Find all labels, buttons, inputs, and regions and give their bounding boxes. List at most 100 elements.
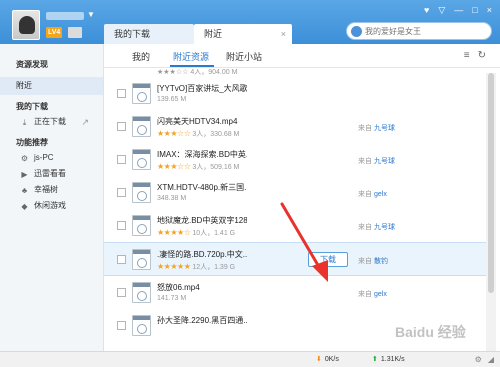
download-speed: ⬇ 0K/s bbox=[316, 356, 339, 363]
source-user-link[interactable]: 九号球 bbox=[374, 158, 395, 165]
video-file-icon bbox=[132, 182, 151, 203]
video-file-icon bbox=[132, 282, 151, 303]
source-label: 来自 gelx bbox=[358, 191, 387, 198]
sidebar-item-nearby[interactable]: 附近 bbox=[0, 77, 103, 95]
file-title: IMAX：深海探索.BD中英... bbox=[157, 150, 247, 159]
subtab-nearby-resources[interactable]: 附近资源 bbox=[173, 50, 209, 63]
close-icon[interactable]: × bbox=[281, 24, 286, 44]
file-meta: 348.38 M bbox=[157, 195, 187, 202]
video-file-icon bbox=[132, 83, 151, 104]
tab-nearby[interactable]: 附近 × bbox=[194, 24, 292, 44]
gear-icon: ⚙ bbox=[20, 154, 29, 163]
row-checkbox[interactable] bbox=[117, 255, 126, 264]
file-title: [YYTvO]百家讲坛_大风歌... bbox=[157, 84, 247, 93]
row-checkbox[interactable] bbox=[117, 321, 126, 330]
list-item[interactable]: 闪亮美天HDTV34.mp4 ★★★☆☆ 3人，330.68 M 来自 九号球 bbox=[104, 110, 490, 144]
file-meta: ★★★☆☆ 3人，509.16 M bbox=[157, 162, 240, 171]
file-title: 怒放06.mp4 bbox=[157, 283, 200, 292]
rating-stars: ★★★☆☆ bbox=[157, 129, 191, 138]
settings-icon[interactable]: ⚙ bbox=[475, 355, 482, 364]
search-box bbox=[346, 22, 492, 40]
file-title: XTM.HDTV-480p.新三国... bbox=[157, 183, 247, 192]
source-label: 来自 九号球 bbox=[358, 224, 395, 231]
sidebar: 资源发现 附近 我的下载 ⤓ 正在下载 ↗ 功能推荐 ⚙ js-PC ▶ 迅雷看看 ♣… bbox=[0, 44, 104, 351]
source-user-link[interactable]: gelx bbox=[374, 191, 387, 198]
row-checkbox[interactable] bbox=[117, 155, 126, 164]
source-user-link[interactable]: 九号球 bbox=[374, 125, 395, 132]
tab-label: 附近 bbox=[204, 29, 223, 39]
vip-badge bbox=[68, 27, 82, 38]
tab-my-downloads[interactable]: 我的下载 bbox=[104, 24, 194, 44]
video-file-icon bbox=[132, 149, 151, 170]
upload-speed: ⬆ 1.31K/s bbox=[372, 356, 405, 363]
heart-icon[interactable]: ♥ bbox=[424, 5, 429, 15]
username[interactable] bbox=[46, 12, 84, 20]
list-item[interactable]: ★★★☆☆ 4人，904.00 M bbox=[104, 69, 490, 77]
upload-arrow-icon: ⬆ bbox=[372, 356, 378, 363]
play-icon: ▶ bbox=[21, 170, 28, 179]
refresh-icon[interactable]: ↻ bbox=[478, 50, 486, 61]
status-icons: ⚙ ◢ bbox=[475, 355, 494, 364]
video-file-icon bbox=[132, 315, 151, 336]
sidebar-item-casual-games[interactable]: ◆ 休闲游戏 bbox=[0, 197, 103, 215]
row-checkbox[interactable] bbox=[117, 89, 126, 98]
search-input[interactable] bbox=[365, 25, 475, 37]
file-meta: ★★★★★ 12人，1.39 G bbox=[157, 262, 236, 271]
top-bar: ▼ LV4 我的下载 附近 × ♥ ▽ — □ × bbox=[0, 0, 500, 44]
video-file-icon bbox=[132, 116, 151, 137]
row-checkbox[interactable] bbox=[117, 188, 126, 197]
row-checkbox[interactable] bbox=[117, 288, 126, 297]
source-user-link[interactable]: 散钓 bbox=[374, 258, 388, 265]
toolbar-icons: ≡ ↻ bbox=[464, 50, 486, 61]
status-bar: ⬇ 0K/s ⬆ 1.31K/s ⚙ ◢ bbox=[0, 351, 500, 367]
level-badge: LV4 bbox=[46, 27, 63, 38]
rating-stars: ★★★★☆ bbox=[157, 228, 191, 237]
file-title: 地狱魔龙.BD中英双字128... bbox=[157, 216, 247, 225]
tab-label: 我的下载 bbox=[114, 29, 151, 39]
source-user-link[interactable]: 九号球 bbox=[374, 224, 395, 231]
resize-grip-icon[interactable]: ◢ bbox=[488, 355, 494, 364]
subtab-bar: 我的 附近资源 附近小站 ≡ ↻ bbox=[104, 44, 500, 68]
source-label: 来自 gelx bbox=[358, 291, 387, 298]
download-arrow-icon: ⬇ bbox=[316, 356, 322, 363]
rating-stars: ★★★★★ bbox=[157, 262, 191, 271]
minimize-icon[interactable]: — bbox=[454, 5, 463, 15]
rating-stars: ★★★☆☆ bbox=[157, 69, 189, 76]
menu-icon[interactable]: ▽ bbox=[438, 5, 445, 15]
tree-icon: ♣ bbox=[21, 186, 28, 195]
list-item[interactable]: IMAX：深海探索.BD中英... ★★★☆☆ 3人，509.16 M 来自 九号… bbox=[104, 143, 490, 177]
file-title: 闪亮美天HDTV34.mp4 bbox=[157, 117, 238, 126]
video-file-icon bbox=[132, 215, 151, 236]
chevron-down-icon[interactable]: ▼ bbox=[87, 10, 95, 19]
subtab-nearby-stations[interactable]: 附近小站 bbox=[226, 50, 262, 63]
close-icon[interactable]: × bbox=[487, 5, 492, 15]
subtab-mine[interactable]: 我的 bbox=[132, 50, 150, 63]
sidebar-item-downloading[interactable]: ⤓ 正在下载 ↗ bbox=[0, 113, 103, 131]
file-title: 孙大圣降.2290.黑百四通... bbox=[157, 316, 247, 325]
video-file-icon bbox=[132, 249, 151, 270]
file-meta: ★★★★☆ 10人，1.41 G bbox=[157, 228, 236, 237]
watermark: Baidu 经验 bbox=[395, 324, 466, 340]
row-checkbox[interactable] bbox=[117, 122, 126, 131]
source-user-link[interactable]: gelx bbox=[374, 291, 387, 298]
scrollbar[interactable] bbox=[486, 73, 496, 351]
scrollbar-thumb[interactable] bbox=[488, 73, 494, 293]
avatar[interactable] bbox=[12, 10, 40, 40]
row-checkbox[interactable] bbox=[117, 221, 126, 230]
file-title: .凄怪的路.BD.720p.中文... bbox=[157, 250, 247, 259]
maximize-icon[interactable]: □ bbox=[472, 5, 477, 15]
sort-icon[interactable]: ≡ bbox=[464, 50, 470, 61]
arrow-icon: ↗ bbox=[81, 117, 89, 127]
window-controls: ♥ ▽ — □ × bbox=[424, 5, 492, 15]
source-label: 来自 九号球 bbox=[358, 125, 395, 132]
main-panel: 我的 附近资源 附近小站 ≡ ↻ ★★★☆☆ 4人，904.00 M [YYTv… bbox=[104, 44, 500, 351]
list-item[interactable]: [YYTvO]百家讲坛_大风歌... 139.65 M bbox=[104, 77, 490, 111]
annotation-arrow-icon bbox=[280, 202, 328, 282]
source-label: 来自 散钓 bbox=[358, 258, 388, 265]
source-label: 来自 九号球 bbox=[358, 158, 395, 165]
search-icon[interactable] bbox=[351, 26, 362, 37]
rating-stars: ★★★☆☆ bbox=[157, 162, 191, 171]
file-meta: ★★★☆☆ 3人，330.68 M bbox=[157, 129, 240, 138]
active-tab-indicator bbox=[170, 65, 214, 67]
download-icon: ⤓ bbox=[22, 118, 27, 127]
